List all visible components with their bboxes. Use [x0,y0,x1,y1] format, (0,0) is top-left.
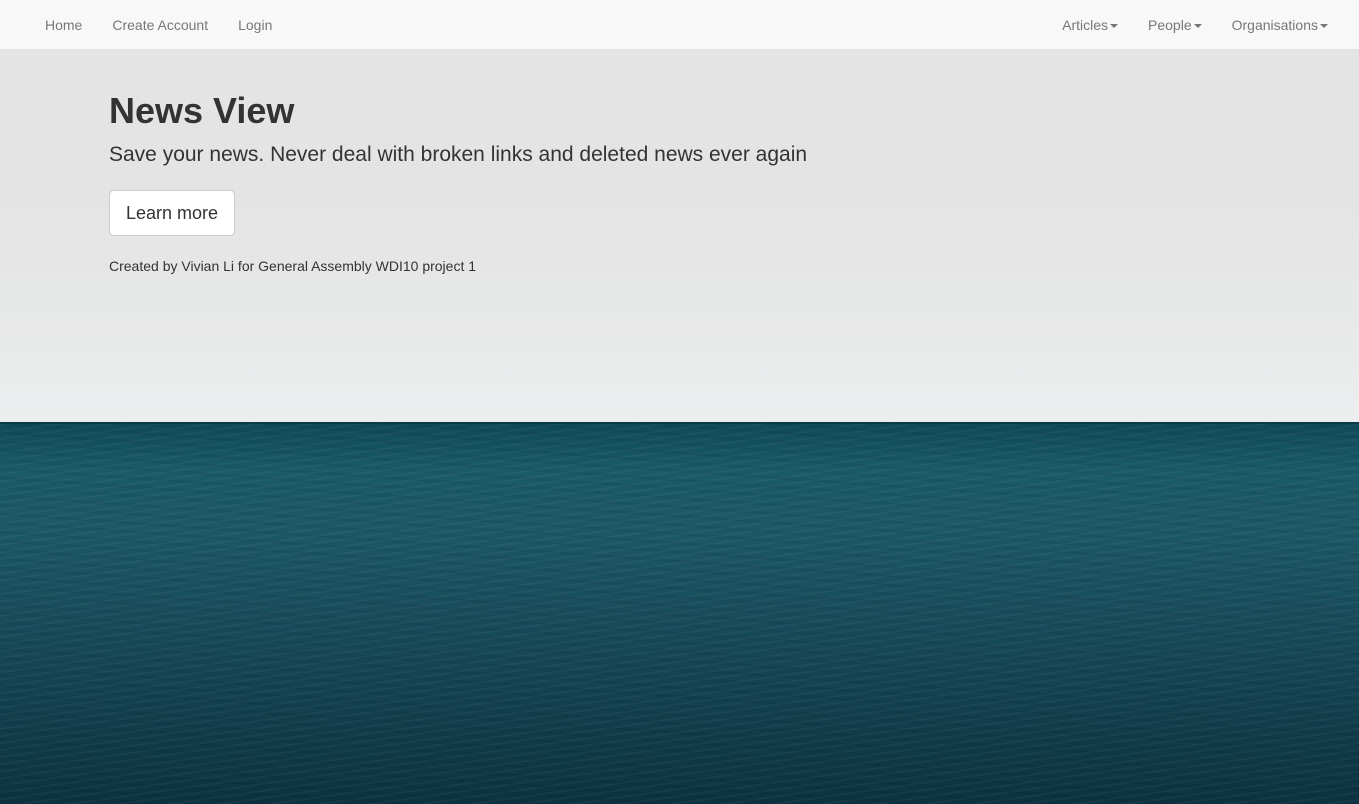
nav-organisations-label: Organisations [1231,17,1318,33]
hero-subtitle: Save your news. Never deal with broken l… [109,143,808,166]
nav-right-group: Articles People Organisations [1047,0,1343,50]
learn-more-button[interactable]: Learn more [109,190,236,236]
top-navbar: Home Create Account Login Articles Peopl… [0,0,1359,50]
sea [0,424,1359,804]
nav-home-link[interactable]: Home [30,0,97,50]
caret-down-icon [1193,24,1202,29]
nav-articles-dropdown[interactable]: Articles [1047,0,1133,50]
nav-articles-label: Articles [1062,17,1109,33]
page-title: News View [109,90,295,131]
nav-organisations-dropdown[interactable]: Organisations [1217,0,1343,50]
caret-down-icon [1110,24,1119,29]
hero-jumbotron: News View Save your news. Never deal wit… [109,88,1209,276]
nav-left-group: Home Create Account Login [30,0,287,50]
credit-text: Created by Vivian Li for General Assembl… [109,258,477,274]
nav-login-link[interactable]: Login [223,0,287,50]
nav-people-dropdown[interactable]: People [1133,0,1217,50]
caret-down-icon [1320,24,1328,29]
nav-people-label: People [1148,17,1192,33]
nav-create-account-link[interactable]: Create Account [97,0,223,50]
